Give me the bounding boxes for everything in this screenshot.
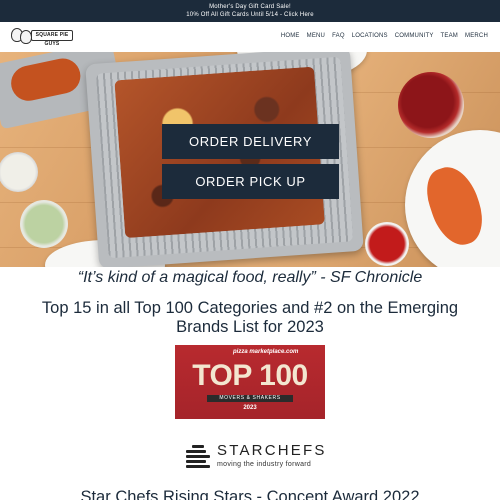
logo-wordmark: SQUARE PIE GUYS [31, 30, 73, 47]
logo[interactable]: SQUARE PIE GUYS [11, 27, 73, 47]
herb-dip-ramekin [20, 200, 68, 248]
nav-faq[interactable]: FAQ [332, 33, 345, 39]
starchefs-tagline: moving the industry forward [217, 461, 312, 468]
sauce-ramekin [365, 222, 409, 266]
pizza-tray [85, 52, 364, 267]
award-heading: Star Chefs Rising Stars - Concept Award … [80, 488, 420, 500]
badge-band: MOVERS & SHAKERS [207, 395, 293, 402]
badge-title: TOP 100 [192, 359, 308, 392]
nav-community[interactable]: COMMUNITY [395, 33, 434, 39]
top-100-badge: pizza marketplace.com TOP 100 MOVERS & S… [175, 345, 325, 419]
starchefs-logo: STARCHEFS moving the industry forward [184, 440, 324, 476]
ranch-ramekin [0, 152, 38, 192]
main-nav: HOME MENU FAQ LOCATIONS COMMUNITY TEAM M… [281, 33, 488, 39]
badge-year: 2023 [243, 405, 257, 411]
wing-plate [405, 130, 500, 267]
nav-menu[interactable]: MENU [307, 33, 325, 39]
nav-locations[interactable]: LOCATIONS [352, 33, 388, 39]
chicken-wings [7, 55, 84, 105]
announcement-line-1: Mother's Day Gift Card Sale! [209, 4, 291, 10]
order-delivery-button[interactable]: ORDER DELIVERY [162, 124, 339, 159]
wine-glass [398, 72, 464, 138]
badge-brand: pizza marketplace.com [233, 349, 299, 355]
chef-stack-icon [184, 442, 212, 470]
announcement-bar[interactable]: Mother's Day Gift Card Sale! 10% Off All… [0, 0, 500, 22]
starchefs-name: STARCHEFS [217, 442, 327, 459]
hero-image: ORDER DELIVERY ORDER PICK UP [0, 52, 500, 267]
chicken-wing [419, 160, 491, 252]
nav-team[interactable]: TEAM [441, 33, 458, 39]
ranking-heading: Top 15 in all Top 100 Categories and #2 … [41, 299, 459, 336]
press-quote: “It’s kind of a magical food, really” - … [77, 269, 423, 286]
order-pickup-button[interactable]: ORDER PICK UP [162, 164, 339, 199]
announcement-line-2[interactable]: 10% Off All Gift Cards Until 5/14 - Clic… [0, 11, 500, 19]
site-header: SQUARE PIE GUYS HOME MENU FAQ LOCATIONS … [0, 22, 500, 52]
nav-home[interactable]: HOME [281, 33, 300, 39]
nav-merch[interactable]: MERCH [465, 33, 488, 39]
